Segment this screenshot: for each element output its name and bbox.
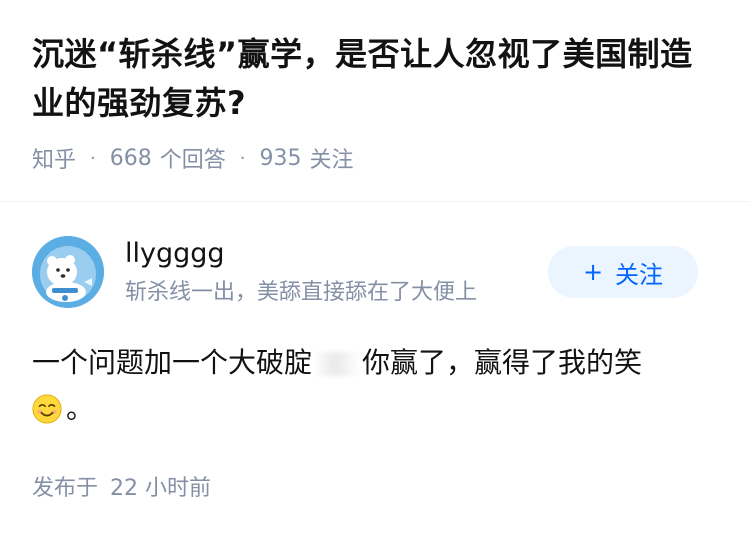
answer-text: 你赢了，赢得了我的笑 [362, 346, 643, 379]
answer-footer: 发布于 22 小时前 [32, 470, 211, 502]
question-header: 沉迷“斩杀线”赢学，是否让人忽视了美国制造业的强劲复苏? 知乎 · 668 个回… [32, 30, 722, 174]
answer-content: 一个问题加一个大破腚 你赢了，赢得了我的笑 。 [32, 340, 712, 432]
meta-separator: · [90, 147, 96, 169]
answer-count-label[interactable]: 个回答 [160, 142, 226, 174]
posted-label: 发布于 [32, 476, 99, 501]
follow-count: 935 [259, 145, 302, 171]
section-divider [0, 201, 750, 202]
posted-time: 22 小时前 [110, 476, 212, 501]
answer-text: 一个问题加一个大破腚 [32, 346, 313, 379]
avatar[interactable] [32, 236, 104, 308]
meta-separator: · [239, 147, 246, 169]
answer-text-end: 。 [66, 392, 95, 425]
follow-button-label: 关注 [615, 260, 664, 289]
polar-bear-astronaut-avatar-icon [32, 236, 104, 308]
question-title[interactable]: 沉迷“斩杀线”赢学，是否让人忽视了美国制造业的强劲复苏? [32, 30, 722, 128]
question-meta: 知乎 · 668 个回答 · 935 关注 [32, 142, 722, 174]
author-name[interactable]: llygggg [125, 236, 225, 272]
source-label[interactable]: 知乎 [32, 142, 76, 174]
answer-count: 668 [109, 145, 152, 171]
follow-button[interactable]: + 关注 [548, 246, 698, 298]
plus-icon: + [582, 258, 604, 286]
smiling-face-icon [32, 394, 62, 424]
blurred-image-fragment [314, 352, 361, 376]
author-card: llygggg 斩杀线一出，美舔直接舔在了大便上 + 关注 [32, 236, 718, 308]
follow-count-label: 关注 [309, 148, 354, 173]
author-bio: 斩杀线一出，美舔直接舔在了大便上 [125, 280, 478, 305]
